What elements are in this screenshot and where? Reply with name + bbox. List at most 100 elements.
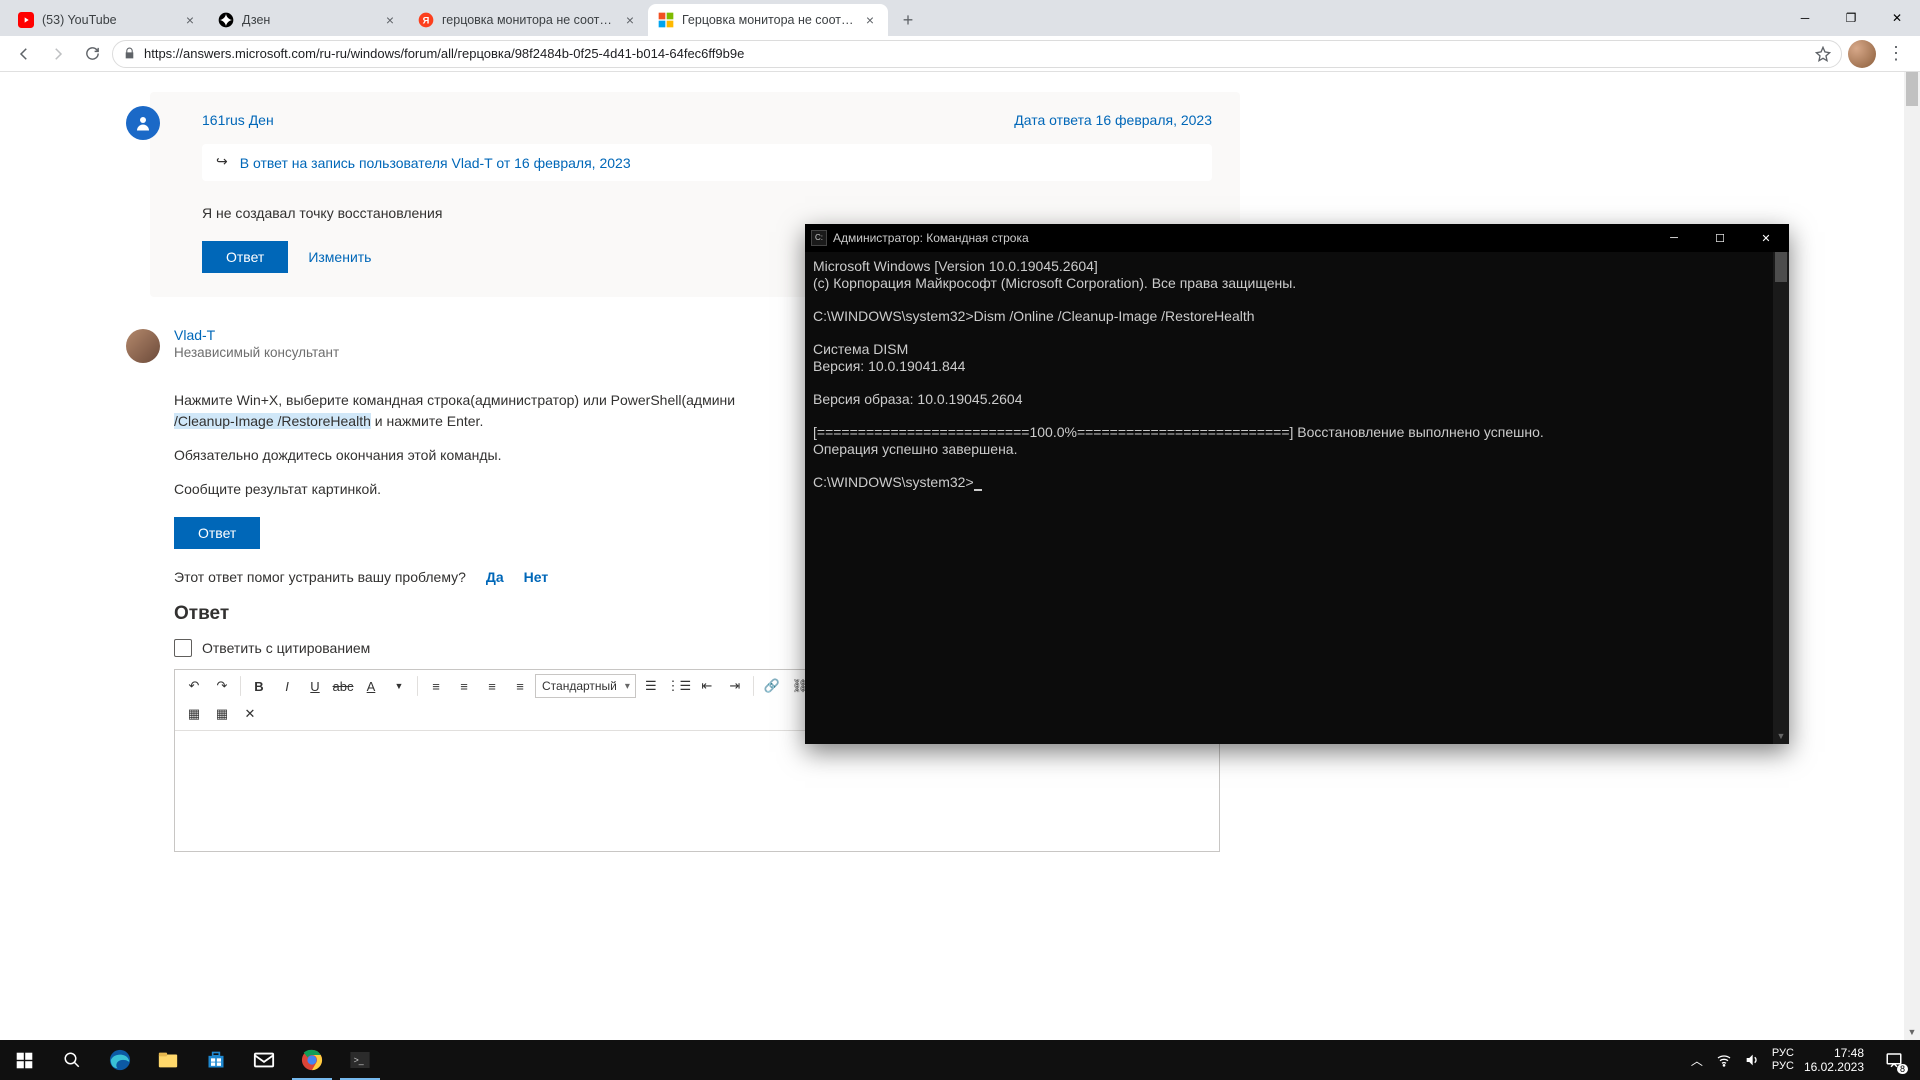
wifi-icon[interactable] [1716, 1052, 1734, 1068]
outdent-button[interactable]: ⇤ [694, 674, 720, 698]
cmd-minimize-button[interactable]: ─ [1651, 224, 1697, 252]
tab-zen[interactable]: Дзен × [208, 4, 408, 36]
explorer-taskbar-button[interactable] [144, 1040, 192, 1080]
strikethrough-button[interactable]: abc [330, 674, 356, 698]
minimize-button[interactable]: ─ [1782, 0, 1828, 36]
indent-button[interactable]: ⇥ [722, 674, 748, 698]
mail-taskbar-button[interactable] [240, 1040, 288, 1080]
close-icon[interactable]: × [382, 12, 398, 28]
reply-reference-link[interactable]: В ответ на запись пользователя Vlad-T от… [240, 155, 631, 171]
chrome-taskbar-button[interactable] [288, 1040, 336, 1080]
browser-menu-button[interactable]: ⋮ [1882, 43, 1910, 64]
reply-button[interactable]: Ответ [202, 241, 288, 273]
profile-avatar-button[interactable] [1848, 40, 1876, 68]
search-button[interactable] [48, 1040, 96, 1080]
browser-toolbar: https://answers.microsoft.com/ru-ru/wind… [0, 36, 1920, 72]
edge-taskbar-button[interactable] [96, 1040, 144, 1080]
quote-checkbox[interactable] [174, 639, 192, 657]
svg-text:>_: >_ [354, 1055, 364, 1065]
user-avatar-icon [126, 106, 160, 140]
style-select[interactable]: Стандартный [535, 674, 636, 698]
reply-reference[interactable]: ↪ В ответ на запись пользователя Vlad-T … [202, 144, 1212, 181]
page-scrollbar[interactable]: ▲ ▼ [1904, 72, 1920, 1040]
tab-title: герцовка монитора не соответ [442, 13, 614, 27]
redo-button[interactable]: ↷ [209, 674, 235, 698]
tab-title: Герцовка монитора не соответ [682, 13, 854, 27]
cmd-titlebar[interactable]: C: Администратор: Командная строка ─ ☐ ✕ [805, 224, 1789, 252]
tab-ms-answers[interactable]: Герцовка монитора не соответ × [648, 4, 888, 36]
zen-icon [218, 12, 234, 28]
bold-button[interactable]: B [246, 674, 272, 698]
table-props-button[interactable]: ▦ [181, 702, 207, 726]
answer-date-link[interactable]: Дата ответа 16 февраля, 2023 [1014, 112, 1212, 128]
scroll-down-icon[interactable]: ▼ [1904, 1024, 1920, 1040]
cmd-close-button[interactable]: ✕ [1743, 224, 1789, 252]
tray-overflow-button[interactable]: ︿ [1688, 1052, 1706, 1069]
post-paragraph: Я не создавал точку восстановления [202, 203, 1212, 223]
tab-youtube[interactable]: (53) YouTube × [8, 4, 208, 36]
start-button[interactable] [0, 1040, 48, 1080]
taskbar-clock[interactable]: 17:48 16.02.2023 [1804, 1046, 1864, 1074]
table-delete-button[interactable]: ▦ [209, 702, 235, 726]
text-color-button[interactable]: A [358, 674, 384, 698]
yandex-icon: Я [418, 12, 434, 28]
editor-textarea[interactable] [175, 731, 1219, 851]
svg-text:Я: Я [423, 15, 430, 25]
cmd-output[interactable]: Microsoft Windows [Version 10.0.19045.26… [805, 252, 1789, 744]
address-bar[interactable]: https://answers.microsoft.com/ru-ru/wind… [112, 40, 1842, 68]
undo-button[interactable]: ↶ [181, 674, 207, 698]
tab-title: Дзен [242, 13, 374, 27]
text-color-dropdown[interactable]: ▼ [386, 674, 412, 698]
scroll-thumb[interactable] [1906, 72, 1918, 106]
back-button[interactable] [10, 40, 38, 68]
cmd-maximize-button[interactable]: ☐ [1697, 224, 1743, 252]
post-body: Я не создавал точку восстановления [202, 203, 1212, 223]
align-right-button[interactable]: ≡ [479, 674, 505, 698]
maximize-button[interactable]: ❐ [1828, 0, 1874, 36]
helpful-question: Этот ответ помог устранить вашу проблему… [174, 569, 466, 585]
notification-badge: 8 [1897, 1064, 1908, 1074]
tab-title: (53) YouTube [42, 13, 174, 27]
microsoft-icon [658, 12, 674, 28]
helpful-yes-button[interactable]: Да [486, 569, 504, 585]
close-window-button[interactable]: ✕ [1874, 0, 1920, 36]
close-icon[interactable]: × [182, 12, 198, 28]
clear-format-button[interactable]: ✕ [237, 702, 263, 726]
cmd-taskbar-button[interactable]: >_ [336, 1040, 384, 1080]
close-icon[interactable]: × [862, 12, 878, 28]
cmd-scrollbar[interactable]: ▼ [1773, 252, 1789, 744]
browser-tabstrip: (53) YouTube × Дзен × Я герцовка монитор… [0, 0, 1920, 36]
italic-button[interactable]: I [274, 674, 300, 698]
helpful-no-button[interactable]: Нет [524, 569, 549, 585]
new-tab-button[interactable]: + [894, 6, 922, 34]
link-button[interactable]: 🔗 [759, 674, 785, 698]
volume-icon[interactable] [1744, 1052, 1762, 1068]
edit-button[interactable]: Изменить [308, 249, 371, 265]
window-controls: ─ ❐ ✕ [1782, 0, 1920, 36]
cmd-scroll-thumb[interactable] [1775, 252, 1787, 282]
cmd-cursor [974, 489, 982, 491]
underline-button[interactable]: U [302, 674, 328, 698]
highlighted-text: /Cleanup-Image /RestoreHealth [174, 413, 371, 429]
unordered-list-button[interactable]: ⋮☰ [666, 674, 692, 698]
action-center-button[interactable]: 8 [1874, 1040, 1914, 1080]
ordered-list-button[interactable]: ☰ [638, 674, 664, 698]
reload-button[interactable] [78, 40, 106, 68]
forward-button[interactable] [44, 40, 72, 68]
cmd-window[interactable]: C: Администратор: Командная строка ─ ☐ ✕… [805, 224, 1789, 744]
cmd-title: Администратор: Командная строка [833, 231, 1029, 245]
align-center-button[interactable]: ≡ [451, 674, 477, 698]
input-language[interactable]: РУС РУС [1772, 1047, 1794, 1073]
quote-label: Ответить с цитированием [202, 640, 370, 656]
store-taskbar-button[interactable] [192, 1040, 240, 1080]
align-left-button[interactable]: ≡ [423, 674, 449, 698]
cmd-scroll-down-icon[interactable]: ▼ [1773, 728, 1789, 744]
tab-yandex[interactable]: Я герцовка монитора не соответ × [408, 4, 648, 36]
cmd-icon: C: [811, 230, 827, 246]
close-icon[interactable]: × [622, 12, 638, 28]
author-link[interactable]: 161rus Ден [202, 112, 274, 128]
lock-icon [123, 47, 136, 60]
align-justify-button[interactable]: ≡ [507, 674, 533, 698]
reply-button[interactable]: Ответ [174, 517, 260, 549]
bookmark-star-icon[interactable] [1815, 46, 1831, 62]
